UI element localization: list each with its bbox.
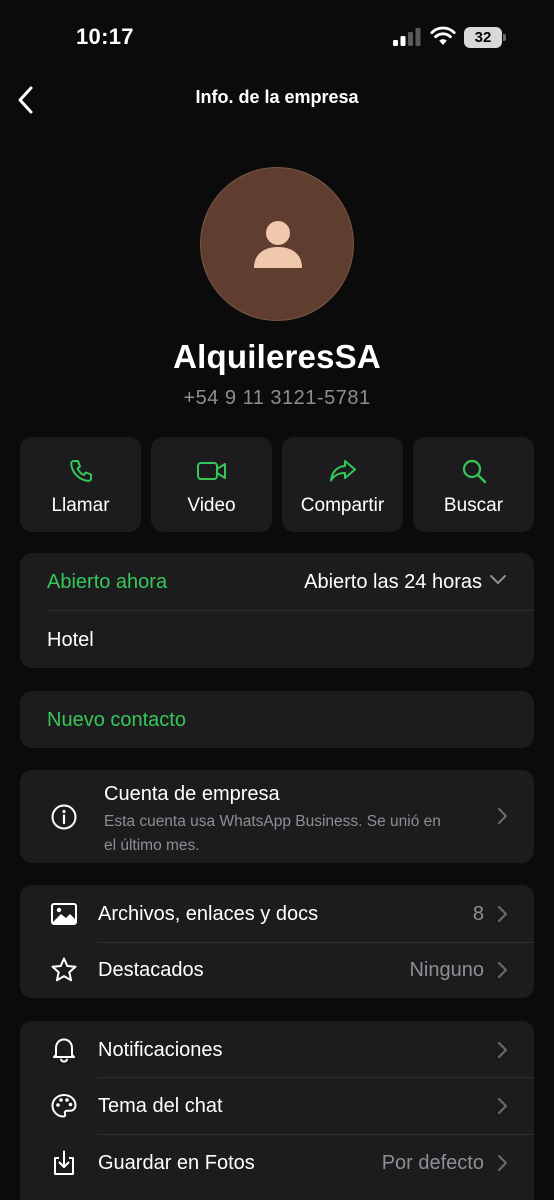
chevron-right-icon: [498, 1155, 507, 1171]
search-icon: [462, 459, 486, 484]
palette-icon: [51, 1093, 77, 1118]
video-label: Video: [187, 495, 236, 516]
files-label: Archivos, enlaces y docs: [98, 903, 319, 925]
business-hours-card: Abierto ahora Abierto las 24 horas Hotel: [20, 553, 534, 668]
video-icon: [196, 462, 226, 480]
chevron-right-icon: [498, 1098, 507, 1114]
status-time: 10:17: [76, 24, 134, 49]
starred-label: Destacados: [98, 959, 204, 981]
new-contact-label: Nuevo contacto: [47, 709, 186, 731]
battery-icon: 32: [464, 27, 506, 48]
phone-icon: [69, 460, 92, 482]
chevron-right-icon: [498, 808, 507, 824]
call-label: Llamar: [51, 495, 110, 516]
chat-theme-label: Tema del chat: [98, 1095, 223, 1117]
page-title: Info. de la empresa: [195, 87, 359, 107]
files-row[interactable]: Archivos, enlaces y docs 8: [20, 885, 534, 942]
save-to-photos-row[interactable]: Guardar en Fotos Por defecto: [20, 1135, 534, 1191]
share-icon: [329, 460, 356, 482]
download-icon: [54, 1150, 74, 1175]
bell-icon: [53, 1038, 75, 1063]
save-to-photos-value: Por defecto: [381, 1152, 484, 1174]
business-account-card[interactable]: Cuenta de empresa Esta cuenta usa WhatsA…: [20, 770, 534, 863]
video-button[interactable]: Video: [151, 437, 272, 532]
files-count: 8: [472, 903, 484, 925]
business-hours[interactable]: Abierto las 24 horas: [304, 571, 482, 594]
notifications-label: Notificaciones: [98, 1039, 223, 1061]
nav-bar: Info. de la empresa: [0, 76, 554, 122]
chevron-down-icon[interactable]: [489, 574, 507, 586]
share-button[interactable]: Compartir: [282, 437, 403, 532]
contact-name: AlquileresSA: [173, 338, 381, 375]
search-button[interactable]: Buscar: [413, 437, 534, 532]
chevron-right-icon: [498, 906, 507, 922]
info-icon: [51, 804, 77, 830]
business-account-description: Esta cuenta usa WhatsApp Business. Se un…: [104, 813, 441, 854]
avatar[interactable]: [200, 167, 354, 321]
call-button[interactable]: Llamar: [20, 437, 141, 532]
business-category: Hotel: [47, 629, 94, 651]
action-buttons: Llamar Video Compartir Buscar: [20, 437, 534, 533]
starred-value: Ninguno: [409, 959, 484, 981]
share-label: Compartir: [300, 495, 385, 516]
photo-icon: [51, 903, 77, 925]
starred-row[interactable]: Destacados Ninguno: [20, 942, 534, 998]
chevron-right-icon: [498, 1042, 507, 1058]
notifications-row[interactable]: Notificaciones: [20, 1021, 534, 1078]
contact-phone[interactable]: +54 9 11 3121-5781: [0, 387, 554, 410]
media-card: Archivos, enlaces y docs 8 Destacados Ni…: [20, 885, 534, 998]
search-label: Buscar: [443, 495, 504, 516]
settings-card: Notificaciones Tema del chat Guardar en …: [20, 1021, 534, 1200]
chevron-right-icon: [498, 962, 507, 978]
cellular-signal-icon: [393, 28, 421, 46]
save-to-photos-label: Guardar en Fotos: [98, 1152, 255, 1174]
chat-theme-row[interactable]: Tema del chat: [20, 1078, 534, 1134]
open-status: Abierto ahora: [47, 571, 168, 593]
status-bar: 10:17 32: [0, 0, 554, 76]
person-icon: [254, 221, 302, 268]
wifi-icon: [430, 26, 456, 45]
star-icon: [51, 957, 77, 982]
battery-level: 32: [464, 27, 502, 48]
new-contact-button[interactable]: Nuevo contacto: [20, 691, 534, 748]
business-account-title: Cuenta de empresa: [104, 783, 280, 805]
